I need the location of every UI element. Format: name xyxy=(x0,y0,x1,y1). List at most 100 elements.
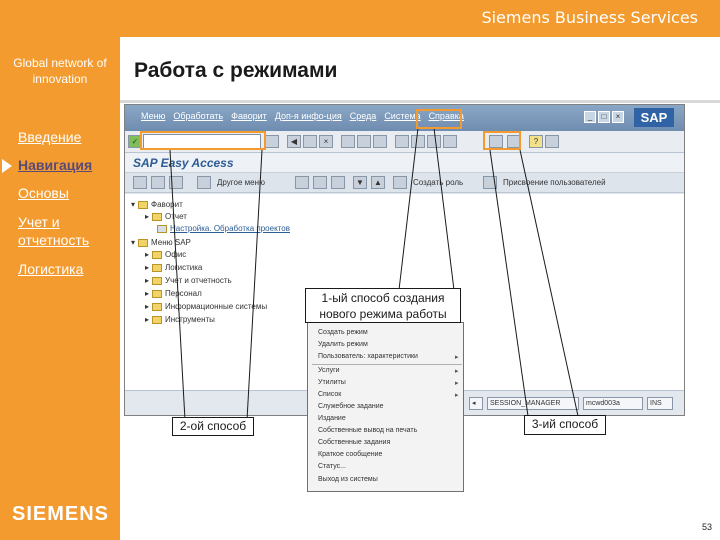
sidebar-item-intro[interactable]: Введение xyxy=(18,129,81,145)
help-icon[interactable]: ? xyxy=(529,135,543,148)
tree-node[interactable]: ▸ Отчет xyxy=(145,212,187,221)
maximize-icon[interactable]: □ xyxy=(598,111,610,123)
status-mode: INS xyxy=(647,397,673,410)
tree-node[interactable]: ▸ Офис xyxy=(145,250,186,259)
exit-icon[interactable] xyxy=(303,135,317,148)
header-bar: Siemens Business Services xyxy=(0,0,720,37)
other-menu-icon[interactable] xyxy=(197,176,211,189)
layout-icon[interactable] xyxy=(545,135,559,148)
tree-node[interactable]: ▸ Инструменты xyxy=(145,315,215,324)
status-expand-icon[interactable]: ◂ xyxy=(469,397,483,410)
sap-screen-title: SAP Easy Access xyxy=(133,156,234,170)
folder-icon xyxy=(152,315,163,324)
menu-icon[interactable] xyxy=(133,176,147,189)
move-down-icon[interactable]: ▼ xyxy=(353,176,367,189)
find-icon[interactable] xyxy=(357,135,371,148)
sidebar: Global network of innovation Введение На… xyxy=(0,37,120,540)
menu-item-delete-session[interactable]: Удалить режим xyxy=(318,341,368,348)
menu-item-short-message[interactable]: Краткое сообщение xyxy=(318,451,382,458)
close-icon[interactable]: × xyxy=(612,111,624,123)
back-icon[interactable]: ◀ xyxy=(287,135,301,148)
brand-name: Siemens Business Services xyxy=(481,8,698,27)
system-menu-highlight xyxy=(416,109,462,129)
last-page-icon[interactable] xyxy=(443,135,457,148)
assign-users-button[interactable]: Присвоение пользователей xyxy=(503,178,606,187)
sap-menu-favorites[interactable]: Фаворит xyxy=(231,111,267,121)
delete-favorite-icon[interactable] xyxy=(331,176,345,189)
tagline: Global network of innovation xyxy=(13,56,107,86)
status-client: mcwd003a xyxy=(583,397,643,410)
tree-node[interactable]: ▸ Логистика xyxy=(145,263,202,272)
system-dropdown-menu: Создать режим Удалить режим Пользователь… xyxy=(307,322,464,492)
tree-node[interactable]: ▸ Учет и отчетность xyxy=(145,276,232,285)
menu-item-utilities[interactable]: Утилиты xyxy=(318,379,457,387)
menu-separator xyxy=(312,364,462,365)
active-nav-marker-icon xyxy=(2,159,12,173)
folder-icon xyxy=(152,250,163,259)
create-role-icon[interactable] xyxy=(393,176,407,189)
folder-icon xyxy=(138,200,149,209)
menu-item-user-profile[interactable]: Пользователь: характеристики xyxy=(318,353,458,361)
sap-menu-extras[interactable]: Доп-я инфо-ция xyxy=(275,111,342,121)
tree-node[interactable]: ▾ Фаворит xyxy=(131,200,183,209)
other-menu-button[interactable]: Другое меню xyxy=(217,178,265,187)
find-next-icon[interactable] xyxy=(373,135,387,148)
folder-icon xyxy=(152,302,163,311)
callout-third-method: 3-ий способ xyxy=(524,415,606,435)
page-title: Работа с режимами xyxy=(134,59,338,82)
menu-item-services[interactable]: Услуги xyxy=(318,367,456,375)
save-icon[interactable] xyxy=(265,135,279,148)
command-field-highlight xyxy=(140,131,266,150)
page-number: 53 xyxy=(701,522,712,532)
sidebar-item-basics[interactable]: Основы xyxy=(18,185,69,201)
folder-icon xyxy=(152,289,163,298)
sap-menu-menu[interactable]: Меню xyxy=(141,111,165,121)
minimize-icon[interactable]: _ xyxy=(584,111,596,123)
callout-second-method: 2-ой способ xyxy=(172,417,254,436)
tree-node[interactable]: ▸ Персонал xyxy=(145,289,202,298)
transaction-icon xyxy=(157,224,167,233)
menu-item-output[interactable]: Издание xyxy=(318,415,346,422)
sap-application-toolbar: Другое меню ▼ ▲ Создать роль Присвоение … xyxy=(125,173,684,193)
add-favorite-icon[interactable] xyxy=(295,176,309,189)
sap-menu-environment[interactable]: Среда xyxy=(350,111,377,121)
menu-item-service-job[interactable]: Служебное задание xyxy=(318,403,384,410)
toolbar-icons-highlight xyxy=(483,131,521,150)
cancel-icon[interactable]: × xyxy=(319,135,333,148)
menu-item-own-jobs[interactable]: Собственные задания xyxy=(318,439,390,446)
print-icon[interactable] xyxy=(341,135,355,148)
status-session: SESSION_MANAGER xyxy=(487,397,579,410)
menu-item-own-spool[interactable]: Собственные вывод на печать xyxy=(318,427,417,434)
tree-node[interactable]: ▸ Информационные системы xyxy=(145,302,267,311)
tree-node[interactable]: Настройка. Обработка проектов xyxy=(157,224,290,233)
folder-icon xyxy=(152,212,163,221)
tree-node[interactable]: ▾ Меню SAP xyxy=(131,238,191,247)
title-divider xyxy=(120,100,720,103)
menu-item-status[interactable]: Статус... xyxy=(318,463,346,470)
sap-title-bar: SAP Easy Access xyxy=(125,153,684,173)
folder-icon xyxy=(138,238,149,247)
change-favorite-icon[interactable] xyxy=(313,176,327,189)
assign-users-icon[interactable] xyxy=(483,176,497,189)
folder-icon xyxy=(152,263,163,272)
window-controls: _ □ × xyxy=(584,111,624,123)
sap-logo: SAP xyxy=(634,108,674,127)
sidebar-item-accounting[interactable]: Учет и отчетность xyxy=(18,213,114,249)
folder-icon xyxy=(152,276,163,285)
title-area: Работа с режимами xyxy=(120,37,720,101)
menu-item-create-session[interactable]: Создать режим xyxy=(318,329,368,336)
prev-page-icon[interactable] xyxy=(411,135,425,148)
next-page-icon[interactable] xyxy=(427,135,441,148)
sidebar-item-logistics[interactable]: Логистика xyxy=(18,261,83,277)
first-page-icon[interactable] xyxy=(395,135,409,148)
menu-item-log-off[interactable]: Выход из системы xyxy=(318,476,378,483)
move-up-icon[interactable]: ▲ xyxy=(371,176,385,189)
sidebar-item-navigation[interactable]: Навигация xyxy=(18,157,92,173)
refresh-icon[interactable] xyxy=(169,176,183,189)
siemens-logo: SIEMENS xyxy=(12,503,110,525)
create-role-button[interactable]: Создать роль xyxy=(413,178,463,187)
menu-item-list[interactable]: Список xyxy=(318,391,460,399)
favorites-icon[interactable] xyxy=(151,176,165,189)
sap-menubar: Меню Обработать Фаворит Доп-я инфо-ция С… xyxy=(125,105,684,131)
sap-menu-edit[interactable]: Обработать xyxy=(173,111,223,121)
